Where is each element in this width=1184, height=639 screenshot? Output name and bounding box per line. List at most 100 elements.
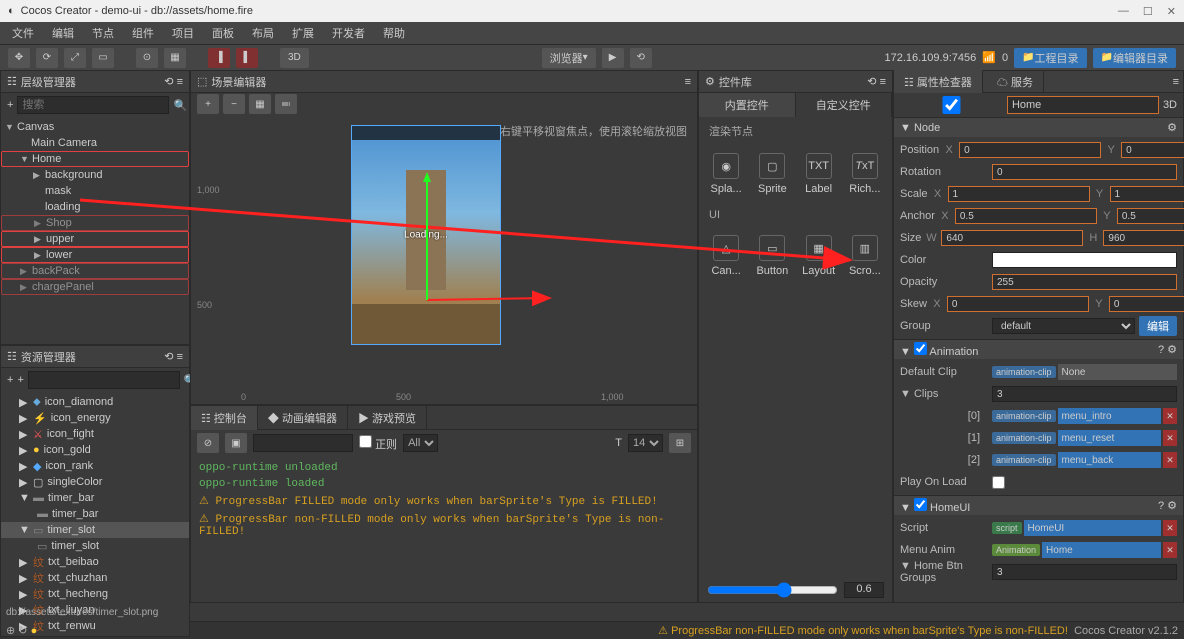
clips-count-input[interactable] [992, 386, 1177, 402]
control-Rich...[interactable]: TxTRich... [846, 153, 884, 195]
remove-clip-icon[interactable]: ✕ [1163, 430, 1177, 446]
status-icon3[interactable]: ● [31, 625, 38, 637]
anchor-tool-icon[interactable]: ⊙ [136, 48, 158, 68]
hierarchy-node-backPack[interactable]: ▶backPack [1, 263, 189, 279]
hierarchy-node-mask[interactable]: mask [1, 183, 189, 199]
rotate-tool-icon[interactable]: ⟳ [36, 48, 58, 68]
mode-3d-button[interactable]: 3D [280, 48, 309, 68]
clear-console-icon[interactable]: ⊘ [197, 433, 219, 453]
edit-group-button[interactable]: 编辑 [1139, 316, 1177, 336]
panel-opts-icon[interactable]: ≡ [1169, 72, 1183, 92]
hierarchy-node-lower[interactable]: ▶lower [1, 247, 189, 263]
control-Layout[interactable]: ▦Layout [800, 235, 838, 277]
skew-y-input[interactable] [1109, 296, 1184, 312]
services-tab[interactable]: ☁ 服务 [987, 70, 1044, 94]
hierarchy-search[interactable] [17, 96, 169, 114]
position-y-input[interactable] [1121, 142, 1184, 158]
hierarchy-node-Main Camera[interactable]: Main Camera [1, 135, 189, 151]
stop-icon[interactable]: ▣ [225, 433, 247, 453]
asset-icon_gold[interactable]: ▶●icon_gold [1, 442, 189, 458]
help-icon[interactable]: ? [1158, 344, 1164, 356]
scale-x-input[interactable] [948, 186, 1090, 202]
rotation-input[interactable] [992, 164, 1177, 180]
asset-icon_energy[interactable]: ▶⚡icon_energy [1, 410, 189, 426]
assets-search[interactable] [28, 371, 180, 389]
zoom-slider[interactable] [707, 582, 838, 598]
console-tab-0[interactable]: ☷ 控制台 [191, 406, 258, 430]
control-Can...[interactable]: △Can... [707, 235, 745, 277]
pivot-tool-icon[interactable]: ▦ [164, 48, 186, 68]
play-on-load-checkbox[interactable] [992, 476, 1005, 489]
hierarchy-node-Shop[interactable]: ▶Shop [1, 215, 189, 231]
reload-button[interactable]: ⟲ [630, 48, 652, 68]
menu-布局[interactable]: 布局 [244, 23, 282, 43]
panel-opts-icon[interactable]: ≡ [177, 351, 183, 363]
align-icon[interactable]: ≕ [275, 94, 297, 114]
menu-节点[interactable]: 节点 [84, 23, 122, 43]
add-asset2-icon[interactable]: + [17, 374, 23, 386]
control-Button[interactable]: ▭Button [753, 235, 791, 277]
menu-开发者[interactable]: 开发者 [324, 23, 373, 43]
asset-singleColor[interactable]: ▶▢singleColor [1, 474, 189, 490]
console-filter-input[interactable] [253, 434, 353, 452]
menu-anim-slot[interactable]: Home [1042, 542, 1161, 558]
size-w-input[interactable] [941, 230, 1083, 246]
control-Spla...[interactable]: ◉Spla... [707, 153, 745, 195]
font-size-select[interactable]: 14 [628, 434, 663, 452]
script-slot[interactable]: HomeUI [1024, 520, 1161, 536]
asset-txt_chuzhan[interactable]: ▶纹txt_chuzhan [1, 570, 189, 586]
remove-clip-icon[interactable]: ✕ [1163, 452, 1177, 468]
hierarchy-node-background[interactable]: ▶background [1, 167, 189, 183]
hierarchy-node-loading[interactable]: loading [1, 199, 189, 215]
asset-timer_slot[interactable]: ▭timer_slot [1, 538, 189, 554]
filter-level-select[interactable]: All [403, 434, 438, 452]
move-tool-icon[interactable]: ✥ [8, 48, 30, 68]
position-x-input[interactable] [959, 142, 1101, 158]
remove-clip-icon[interactable]: ✕ [1163, 408, 1177, 424]
asset-txt_beibao[interactable]: ▶纹txt_beibao [1, 554, 189, 570]
node-section-header[interactable]: ▼ Node ⚙ [894, 117, 1183, 137]
panel-menu-icon[interactable]: ⟲ [164, 351, 173, 363]
opacity-input[interactable] [992, 274, 1177, 290]
menu-扩展[interactable]: 扩展 [284, 23, 322, 43]
console-tab-2[interactable]: ▶ 游戏预览 [348, 406, 427, 430]
animation-section-header[interactable]: ▼ Animation ? ⚙ [894, 339, 1183, 359]
control-Sprite[interactable]: ▢Sprite [753, 153, 791, 195]
anchor-x-input[interactable] [955, 208, 1097, 224]
remove-anim-icon[interactable]: ✕ [1163, 542, 1177, 558]
regex-checkbox[interactable]: 正则 [359, 435, 397, 452]
gear-icon[interactable]: ⚙ [1167, 500, 1177, 512]
minimize-icon[interactable]: — [1118, 5, 1129, 18]
help-icon[interactable]: ? [1158, 500, 1164, 512]
rect-tool-icon[interactable]: ▭ [92, 48, 114, 68]
control-Scro...[interactable]: ▥Scro... [846, 235, 884, 277]
gear-icon[interactable]: ⚙ [1167, 344, 1177, 356]
remove-script-icon[interactable]: ✕ [1163, 520, 1177, 536]
panel-menu-icon[interactable]: ⟲ [164, 76, 173, 88]
maximize-icon[interactable]: ☐ [1143, 5, 1153, 18]
homeui-enabled-checkbox[interactable] [914, 498, 927, 511]
scale-y-input[interactable] [1110, 186, 1184, 202]
scale-tool-icon[interactable]: ⤢ [64, 48, 86, 68]
hierarchy-node-upper[interactable]: ▶upper [1, 231, 189, 247]
homeui-section-header[interactable]: ▼ HomeUI ? ⚙ [894, 495, 1183, 515]
add-node-icon[interactable]: + [7, 99, 13, 111]
panel-opts-icon[interactable]: ≡ [177, 76, 183, 88]
menu-面板[interactable]: 面板 [204, 23, 242, 43]
gear-icon[interactable]: ⚙ [1167, 121, 1177, 134]
custom-controls-tab[interactable]: 自定义控件 [796, 93, 893, 117]
grid-icon[interactable]: ▦ [249, 94, 271, 114]
asset-icon_fight[interactable]: ▶⚔icon_fight [1, 426, 189, 442]
default-clip-slot[interactable]: None [1058, 364, 1177, 380]
zoom-in-icon[interactable]: + [197, 94, 219, 114]
animation-enabled-checkbox[interactable] [914, 342, 927, 355]
align-left-icon[interactable]: ▐ [208, 48, 230, 68]
node-name-input[interactable] [1007, 96, 1159, 114]
menu-帮助[interactable]: 帮助 [375, 23, 413, 43]
asset-timer_bar[interactable]: ▬timer_bar [1, 506, 189, 522]
play-button[interactable]: ▶ [602, 48, 624, 68]
builtin-controls-tab[interactable]: 内置控件 [699, 93, 796, 117]
anchor-y-input[interactable] [1117, 208, 1184, 224]
asset-timer_bar[interactable]: ▼▬timer_bar [1, 490, 189, 506]
hierarchy-node-Home[interactable]: ▼Home [1, 151, 189, 167]
